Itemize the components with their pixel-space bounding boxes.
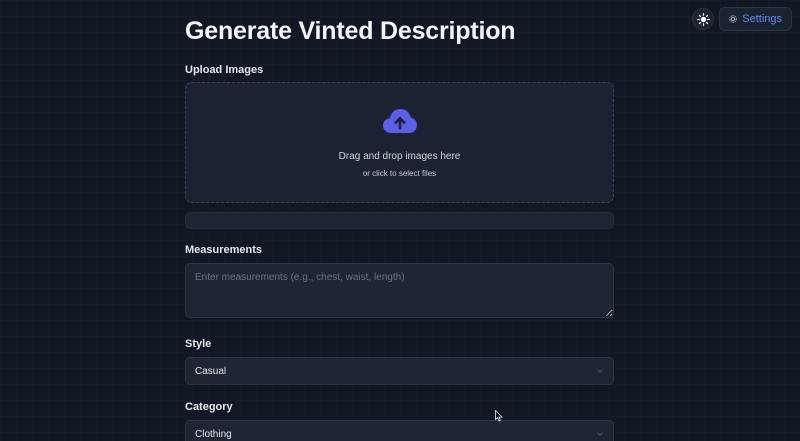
style-selected-value: Casual — [195, 365, 227, 377]
upload-progress-bar — [185, 212, 614, 229]
form-container: Generate Vinted Description Upload Image… — [185, 0, 614, 441]
gear-icon — [729, 15, 738, 23]
upload-images-label: Upload Images — [185, 64, 264, 76]
theme-toggle-button[interactable] — [692, 8, 715, 30]
chevron-down-icon — [597, 369, 603, 373]
measurements-label: Measurements — [185, 244, 263, 256]
dropzone-subtitle: or click to select files — [362, 169, 437, 178]
settings-button[interactable]: Settings — [719, 7, 792, 31]
sun-icon — [696, 12, 710, 26]
image-dropzone[interactable]: Drag and drop images here or click to se… — [185, 82, 614, 203]
style-label: Style — [185, 338, 212, 350]
chevron-down-icon — [597, 432, 603, 436]
category-select[interactable]: Clothing — [185, 420, 614, 441]
dropzone-title: Drag and drop images here — [338, 151, 461, 162]
measurements-input[interactable] — [185, 263, 614, 318]
page-title: Generate Vinted Description — [185, 17, 516, 45]
cloud-upload-icon — [382, 109, 417, 133]
category-label: Category — [185, 401, 233, 413]
settings-label: Settings — [742, 13, 782, 25]
top-right-controls: Settings — [692, 7, 792, 31]
style-select[interactable]: Casual — [185, 357, 614, 385]
category-selected-value: Clothing — [195, 428, 232, 440]
mouse-cursor-icon — [495, 410, 503, 422]
